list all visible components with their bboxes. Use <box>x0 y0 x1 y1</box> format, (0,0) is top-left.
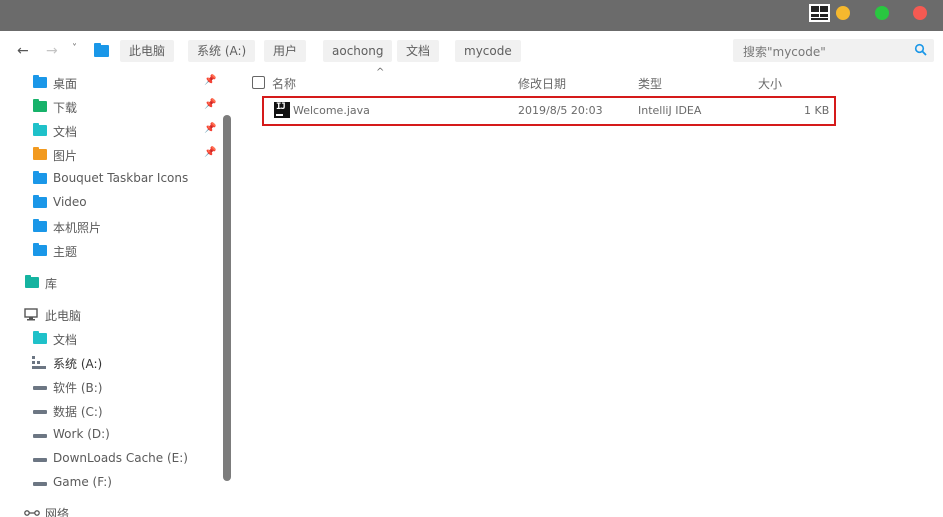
computer-icon <box>24 308 38 321</box>
sidebar-item-pc-documents[interactable]: 文档 <box>0 329 220 349</box>
sidebar-item-label: Video <box>53 195 87 209</box>
breadcrumb-documents[interactable]: 文档 <box>397 40 440 62</box>
network-icon <box>24 510 40 516</box>
sidebar-item-label: 桌面 <box>53 77 78 91</box>
folder-icon <box>33 195 47 208</box>
sidebar-item-library[interactable]: 库 <box>0 273 220 293</box>
file-type: IntelliJ IDEA <box>638 104 702 117</box>
sort-ascending-icon: ^ <box>376 67 385 78</box>
breadcrumb-aochong[interactable]: aochong <box>323 40 393 62</box>
folder-icon <box>33 123 47 136</box>
sidebar-item-label: 图片 <box>53 149 78 163</box>
sidebar-item-downloads[interactable]: 下载 📌 <box>0 97 220 117</box>
file-modified: 2019/8/5 20:03 <box>518 104 603 117</box>
sidebar-item-label: Game (F:) <box>53 475 112 489</box>
sidebar-item-local-photos[interactable]: 本机照片 <box>0 217 220 237</box>
sidebar-item-themes[interactable]: 主题 <box>0 241 220 261</box>
sidebar-item-label: Bouquet Taskbar Icons <box>53 171 189 185</box>
pin-icon[interactable]: 📌 <box>204 147 216 158</box>
window-titlebar <box>0 0 943 31</box>
intellij-idea-icon: IJ <box>274 102 290 118</box>
sidebar-item-system-a[interactable]: 系统 (A:) <box>0 353 220 373</box>
sidebar-item-label: 系统 (A:) <box>53 357 103 371</box>
select-all-checkbox[interactable] <box>252 76 265 89</box>
folder-icon <box>33 171 47 184</box>
folder-icon <box>33 243 47 256</box>
sidebar-item-bouquet-taskbar-icons[interactable]: Bouquet Taskbar Icons <box>0 169 220 189</box>
forward-arrow-icon[interactable]: → <box>46 43 58 59</box>
close-button[interactable] <box>913 6 927 20</box>
sidebar-item-label: 文档 <box>53 333 78 347</box>
system-drive-icon <box>32 356 46 369</box>
sidebar-item-game-f[interactable]: Game (F:) <box>0 473 220 493</box>
folder-icon <box>33 75 47 88</box>
file-row[interactable]: IJ Welcome.java 2019/8/5 20:03 IntelliJ … <box>262 96 836 126</box>
folder-icon <box>94 43 109 57</box>
sidebar-item-data-c[interactable]: 数据 (C:) <box>0 401 220 421</box>
sidebar-item-label: 库 <box>45 277 58 291</box>
sidebar-item-video[interactable]: Video <box>0 193 220 213</box>
sidebar-item-software-b[interactable]: 软件 (B:) <box>0 377 220 397</box>
sidebar-item-this-pc[interactable]: 此电脑 <box>0 305 220 325</box>
sidebar-item-desktop[interactable]: 桌面 📌 <box>0 73 220 93</box>
back-arrow-icon[interactable]: ← <box>17 43 29 59</box>
taskbar-grid-icon[interactable] <box>809 4 830 22</box>
file-size: 1 KB <box>804 104 830 117</box>
column-header-row: ^ 名称 修改日期 类型 大小 <box>240 67 943 95</box>
folder-icon <box>33 99 47 112</box>
sidebar-item-label: 此电脑 <box>45 309 82 323</box>
minimize-button[interactable] <box>836 6 850 20</box>
file-name: Welcome.java <box>293 104 370 117</box>
sidebar-item-pictures[interactable]: 图片 📌 <box>0 145 220 165</box>
sidebar-item-label: 数据 (C:) <box>53 405 103 419</box>
sidebar-item-label: DownLoads Cache (E:) <box>53 451 188 465</box>
pin-icon[interactable]: 📌 <box>204 123 216 134</box>
drive-icon <box>33 482 47 486</box>
sidebar-scrollbar[interactable] <box>223 115 231 481</box>
maximize-button[interactable] <box>875 6 889 20</box>
folder-icon <box>33 147 47 160</box>
breadcrumb-users[interactable]: 用户 <box>264 40 307 62</box>
folder-icon <box>33 331 47 344</box>
navigation-pane: 桌面 📌 下载 📌 文档 📌 图片 📌 Bouquet Taskbar Icon… <box>0 73 233 517</box>
recent-locations-chevron-icon[interactable]: ˅ <box>72 43 77 54</box>
drive-icon <box>33 434 47 438</box>
search-placeholder: 搜索"mycode" <box>743 45 826 59</box>
column-header-size[interactable]: 大小 <box>758 75 782 92</box>
column-header-type[interactable]: 类型 <box>638 75 662 92</box>
pin-icon[interactable]: 📌 <box>204 75 216 86</box>
search-input[interactable]: 搜索"mycode" <box>733 39 934 62</box>
sidebar-item-work-d[interactable]: Work (D:) <box>0 425 220 445</box>
library-icon <box>25 275 39 288</box>
breadcrumb-system-a[interactable]: 系统 (A:) <box>188 40 256 62</box>
sidebar-item-documents[interactable]: 文档 📌 <box>0 121 220 141</box>
drive-icon <box>33 386 47 390</box>
sidebar-item-downloads-cache-e[interactable]: DownLoads Cache (E:) <box>0 449 220 469</box>
sidebar-item-label: 软件 (B:) <box>53 381 103 395</box>
sidebar-item-label: Work (D:) <box>53 427 110 441</box>
column-header-modified[interactable]: 修改日期 <box>518 75 566 92</box>
breadcrumb-this-pc[interactable]: 此电脑 <box>120 40 175 62</box>
sidebar-item-label: 本机照片 <box>53 221 102 235</box>
breadcrumb-mycode[interactable]: mycode <box>455 40 521 62</box>
address-bar: ← → ˅ 此电脑 系统 (A:) 用户 aochong 文档 mycode 搜… <box>0 31 943 73</box>
folder-icon <box>33 219 47 232</box>
column-header-name[interactable]: 名称 <box>272 75 296 92</box>
sidebar-item-label: 网络 <box>45 507 70 517</box>
search-icon[interactable] <box>914 43 928 57</box>
drive-icon <box>33 410 47 414</box>
sidebar-item-network[interactable]: 网络 <box>0 503 220 517</box>
drive-icon <box>33 458 47 462</box>
sidebar-item-label: 下载 <box>53 101 78 115</box>
pin-icon[interactable]: 📌 <box>204 99 216 110</box>
sidebar-item-label: 主题 <box>53 245 78 259</box>
sidebar-item-label: 文档 <box>53 125 78 139</box>
